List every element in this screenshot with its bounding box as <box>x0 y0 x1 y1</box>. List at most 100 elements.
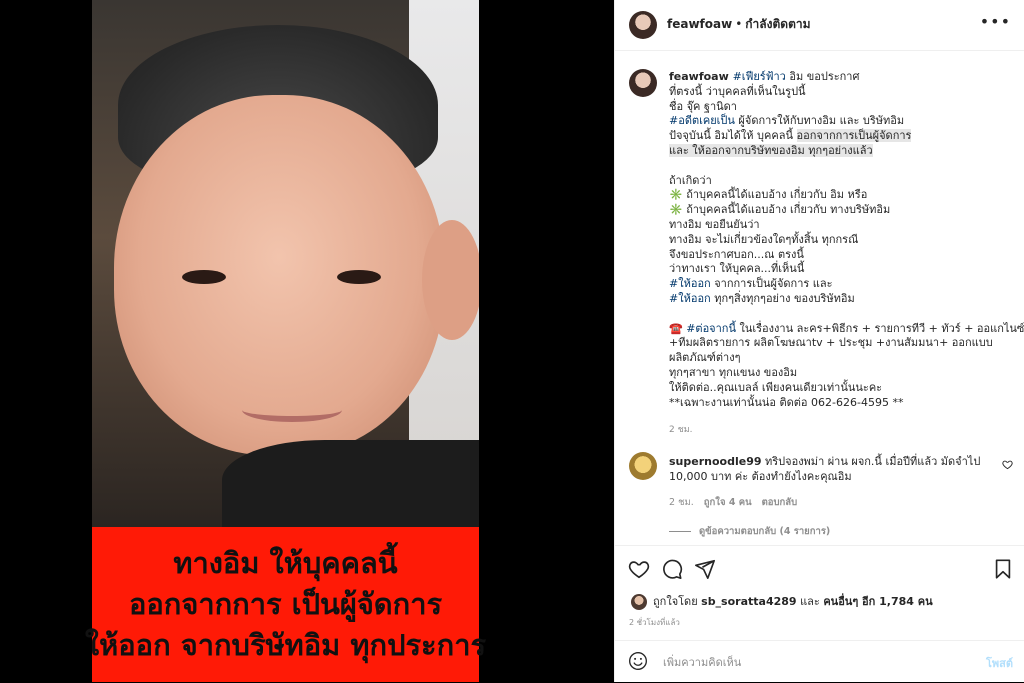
caption-text: feawfoaw #เฟียร์ฟ้าว อิม ขอประกาศ ที่ตรงน… <box>669 70 1024 411</box>
caption-text-segment: ในเรื่องงาน ละคร+พิธีกร + รายการทีวี + ท… <box>735 321 1024 335</box>
author-avatar[interactable] <box>629 11 657 39</box>
caption-text-segment: จากการเป็นผู้จัดการ และ <box>710 277 833 291</box>
caption-line: ทางอิม ขอยืนยันว่า <box>669 218 1014 233</box>
add-comment-input[interactable] <box>661 651 965 673</box>
hashtag-link[interactable]: #ให้ออก <box>669 277 711 290</box>
view-replies-label: ดูข้อความตอบกลับ (4 รายการ) <box>699 526 831 537</box>
caption-line: ปัจจุบันนี้ อิมได้ให้ บุคคลนี้ ออกจากการ… <box>669 129 1014 144</box>
caption-text-segment: ☎️ <box>669 321 687 335</box>
caption-text-segment: ทุกๆสิ่งทุกๆอย่าง ของบริษัทอิม <box>710 291 855 305</box>
more-horizontal-icon[interactable]: ••• <box>980 12 1011 31</box>
caption-line: #ให้ออก จากการเป็นผู้จัดการ และ <box>669 277 1014 292</box>
reply-likes[interactable]: ถูกใจ 4 คน <box>704 497 752 508</box>
caption-text-segment: ที่ตรงนี้ ว่าบุคคลที่เห็นในรูปนี้ <box>669 84 806 98</box>
reply-button[interactable]: ตอบกลับ <box>762 497 798 508</box>
photo-eye-left <box>182 270 226 284</box>
posted-time: 2 ชั่วโมงที่แล้ว <box>629 618 680 627</box>
reply-heart-icon[interactable] <box>1002 459 1013 473</box>
comments-area: feawfoaw #เฟียร์ฟ้าว อิม ขอประกาศ ที่ตรงน… <box>615 51 1024 545</box>
caption-text-segment: และ ให้ออกจากบริษัทของอิม ทุกๆอย่างแล้ว <box>669 143 873 157</box>
reply-text: supernoodle99 ทริปจองพม่า ผ่าน ผจก.นี้ เ… <box>669 454 989 484</box>
reply-avatar[interactable] <box>629 452 657 480</box>
separator-dot: • <box>735 17 743 31</box>
caption-line: ทุกๆสาขา ทุกแขนง ของอิม <box>669 366 1014 381</box>
post-actions <box>615 545 1024 592</box>
caption-text-segment: อิม ขอประกาศ <box>785 70 860 83</box>
caption-text-segment: ✳️ ถ้าบุคคลนี้ได้แอบอ้าง เกี่ยวกับ ทางบร… <box>669 203 891 217</box>
photo-caption-banner: ทางอิม ให้บุคคลนี้ ออกจากการ เป็นผู้จัดก… <box>85 527 486 682</box>
caption-line: ✳️ ถ้าบุคคลนี้ได้แอบอ้าง เกี่ยวกับ ทางบร… <box>669 203 1014 218</box>
photo-mouth <box>242 398 342 422</box>
photo-shirt <box>222 440 479 527</box>
photo-caption-line: ทางอิม ให้บุคคลนี้ <box>173 546 398 580</box>
caption-line: ที่ตรงนี้ ว่าบุคคลที่เห็นในรูปนี้ <box>669 85 1014 100</box>
post-side-panel: feawfoaw • กำลังติดตาม ••• feawfoaw #เฟียร… <box>614 0 1024 682</box>
caption-text-segment: ออกจากการเป็นผู้จัดการ <box>796 129 912 143</box>
caption-line: #อดีตเคยเป็น ผู้จัดการให้กับทางอิม และ บ… <box>669 114 1014 129</box>
caption-line: ว่าทางเรา ให้บุคคล...ที่เห็นนี้ <box>669 262 1014 277</box>
caption-line: และ ให้ออกจากบริษัทของอิม ทุกๆอย่างแล้ว <box>669 143 1014 159</box>
caption-text-segment: **เฉพาะงานเท่านั้นน่อ ติดต่อ 062-626-459… <box>669 395 904 409</box>
hashtag-link[interactable]: #ให้ออก <box>669 292 711 305</box>
reply-username[interactable]: supernoodle99 <box>669 455 762 468</box>
view-replies-button[interactable]: ดูข้อความตอบกลับ (4 รายการ) <box>669 524 830 539</box>
caption-text-segment: +ทีมผลิตรายการ ผลิตโฆษณาtv + ประชุม +งาน… <box>669 336 993 350</box>
photo-caption-line: ออกจากการ เป็นผู้จัดการ <box>128 587 443 621</box>
caption-line: feawfoaw #เฟียร์ฟ้าว อิม ขอประกาศ <box>669 70 1014 85</box>
caption-line: จึงขอประกาศบอก...ณ ตรงนี้ <box>669 248 1014 263</box>
caption-text-segment: ✳️ ถ้าบุคคลนี้ได้แอบอ้าง เกี่ยวกับ อิม ห… <box>669 188 868 202</box>
post-header: feawfoaw • กำลังติดตาม ••• <box>615 0 1024 51</box>
post-comment-button[interactable]: โพสต์ <box>986 654 1013 672</box>
caption-text-segment: ให้ติดต่อ..คุณเบลล์ เพียงคนเดียวเท่านั้น… <box>669 380 883 394</box>
caption-line: ผลิตภัณฑ์ต่างๆ <box>669 351 1014 366</box>
heart-icon[interactable] <box>628 558 650 580</box>
caption-text-segment: ผู้จัดการให้กับทางอิม และ บริษัทอิม <box>734 114 905 128</box>
caption-text-segment: ถ้าเกิดว่า <box>669 173 712 187</box>
caption-text-segment: ทางอิม ขอยืนยันว่า <box>669 217 760 231</box>
caption-line: ถ้าเกิดว่า <box>669 174 1014 189</box>
caption-line: **เฉพาะงานเท่านั้นน่อ ติดต่อ 062-626-459… <box>669 396 1014 411</box>
reply-time: 2 ชม. <box>669 497 694 508</box>
photo-ear <box>422 220 479 340</box>
photo-caption-line: ให้ออก จากบริษัทอิม ทุกประการ <box>84 628 487 662</box>
caption-username[interactable]: feawfoaw <box>669 70 733 83</box>
hashtag-link[interactable]: #เฟียร์ฟ้าว <box>733 70 786 83</box>
likes-summary: ถูกใจโดย sb_soratta4289 และ คนอื่นๆ อีก … <box>631 592 933 610</box>
liker-username[interactable]: sb_soratta4289 <box>701 595 796 608</box>
hashtag-link[interactable]: #อดีตเคยเป็น <box>669 114 735 127</box>
caption-text-segment: ปัจจุบันนี้ อิมได้ให้ บุคคลนี้ <box>669 129 797 143</box>
following-button[interactable]: กำลังติดตาม <box>745 17 810 31</box>
photo-eye-right <box>337 270 381 284</box>
caption-avatar[interactable] <box>629 69 657 97</box>
send-icon[interactable] <box>694 558 716 580</box>
caption-text-segment: ผลิตภัณฑ์ต่างๆ <box>669 351 741 365</box>
author-line: feawfoaw • กำลังติดตาม <box>667 15 811 34</box>
hashtag-link[interactable]: #ต่อจากนี้ <box>686 322 736 335</box>
caption-line: #ให้ออก ทุกๆสิ่งทุกๆอย่าง ของบริษัทอิม <box>669 292 1014 307</box>
caption-line: ☎️ #ต่อจากนี้ ในเรื่องงาน ละคร+พิธีกร + … <box>669 321 1024 337</box>
caption-time: 2 ชม. <box>669 425 693 435</box>
post-media: ทางอิม ให้บุคคลนี้ ออกจากการ เป็นผู้จัดก… <box>0 0 614 682</box>
left-edge <box>0 0 4 682</box>
bookmark-icon[interactable] <box>992 558 1014 580</box>
caption-line: ทางอิม จะไม่เกี่ยวข้องใดๆทั้งสิ้น ทุกกรณ… <box>669 233 1014 248</box>
liker-avatar <box>631 594 647 610</box>
caption-line: ✳️ ถ้าบุคคลนี้ได้แอบอ้าง เกี่ยวกับ อิม ห… <box>669 188 1014 203</box>
caption-line: +ทีมผลิตรายการ ผลิตโฆษณาtv + ประชุม +งาน… <box>669 336 1014 351</box>
caption-text-segment: ชื่อ จุ๊ค ฐานิดา <box>669 99 737 113</box>
likes-middle: และ <box>796 595 824 608</box>
caption-text-segment: ทุกๆสาขา ทุกแขนง ของอิม <box>669 365 798 379</box>
likes-others[interactable]: คนอื่นๆ อีก 1,784 คน <box>823 595 932 608</box>
caption-text-segment: ทางอิม จะไม่เกี่ยวข้องใดๆทั้งสิ้น ทุกกรณ… <box>669 232 859 246</box>
author-username[interactable]: feawfoaw <box>667 17 732 31</box>
caption-text-segment: จึงขอประกาศบอก...ณ ตรงนี้ <box>669 247 804 261</box>
caption-line: ชื่อ จุ๊ค ฐานิดา <box>669 100 1014 115</box>
caption-text-segment: ว่าทางเรา ให้บุคคล...ที่เห็นนี้ <box>669 262 805 276</box>
likes-prefix: ถูกใจโดย <box>653 595 702 608</box>
emoji-icon[interactable] <box>628 651 648 671</box>
post-photo <box>92 0 479 527</box>
comment-icon[interactable] <box>661 558 683 580</box>
replies-dash <box>669 531 691 532</box>
